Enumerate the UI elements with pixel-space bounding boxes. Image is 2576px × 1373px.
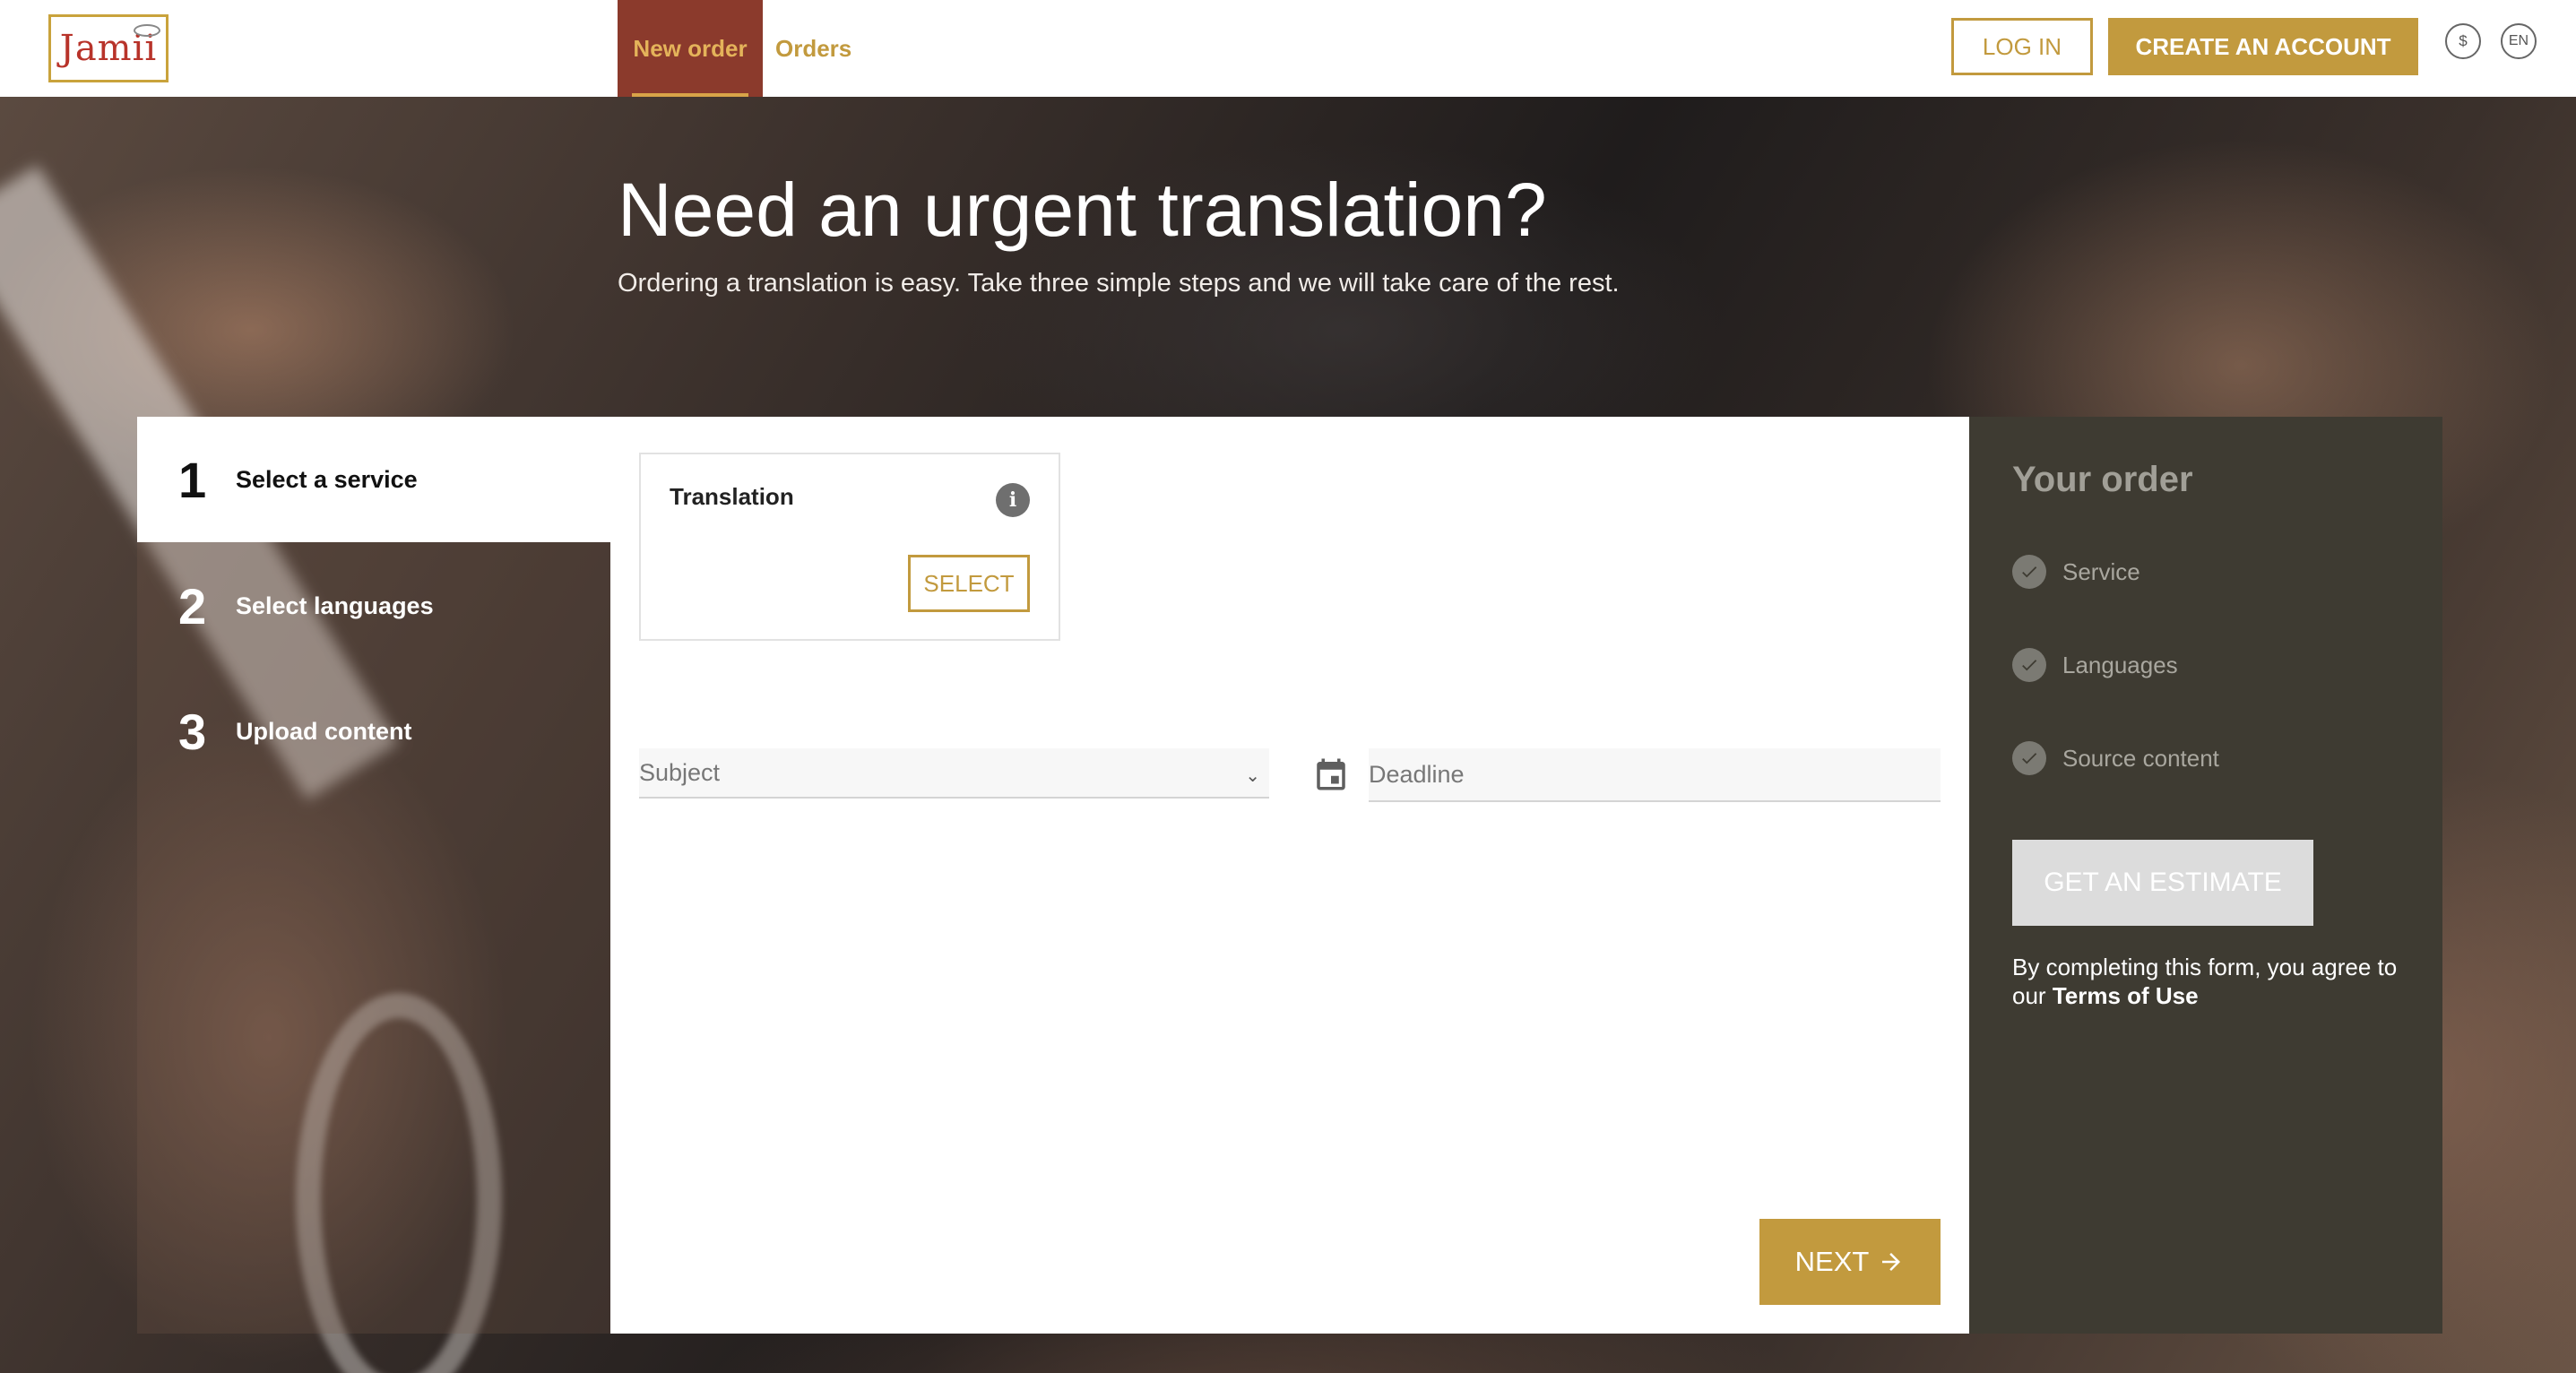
deadline-input[interactable]: Deadline [1369, 748, 1941, 802]
terms-notice: By completing this form, you agree to ou… [2012, 953, 2407, 1010]
hero-title: Need an urgent translation? [618, 168, 1547, 252]
order-title: Your order [2012, 460, 2193, 499]
nav-tab-new-order[interactable]: New order [618, 0, 763, 97]
arrow-right-icon [1882, 1253, 1901, 1271]
subject-placeholder: Subject [639, 758, 721, 786]
step-number: 2 [178, 577, 207, 635]
create-account-button[interactable]: CREATE AN ACCOUNT [2108, 18, 2418, 75]
calendar-icon[interactable] [1312, 756, 1350, 793]
step-upload-content[interactable]: 3 Upload content [137, 669, 610, 794]
step-select-service[interactable]: 1 Select a service [137, 417, 610, 542]
brand-logo[interactable]: Jamii [48, 14, 169, 82]
step-number: 3 [178, 703, 207, 760]
check-circle-icon [2012, 648, 2046, 682]
active-tab-indicator [632, 93, 748, 97]
order-item-service: Service [2012, 555, 2140, 589]
nav-tab-orders[interactable]: Orders [775, 0, 851, 97]
login-button[interactable]: LOG IN [1951, 18, 2093, 75]
order-item-source-content: Source content [2012, 741, 2219, 775]
nav-tab-label: New order [633, 34, 748, 62]
subject-select[interactable]: Subject ⌄ [639, 748, 1269, 799]
order-item-label: Source content [2062, 744, 2219, 772]
hero-subtitle: Ordering a translation is easy. Take thr… [618, 269, 1620, 298]
check-circle-icon [2012, 741, 2046, 775]
currency-symbol: $ [2459, 32, 2468, 49]
order-item-label: Languages [2062, 651, 2178, 678]
order-item-label: Service [2062, 557, 2140, 585]
service-card-translation: Translation i SELECT [639, 453, 1060, 641]
currency-icon[interactable]: $ [2445, 23, 2481, 59]
chevron-down-icon: ⌄ [1245, 766, 1260, 786]
speech-bubble-icon [134, 24, 160, 37]
select-service-button[interactable]: SELECT [908, 555, 1030, 612]
step-label: Select languages [236, 592, 434, 619]
step-label: Upload content [236, 717, 412, 745]
order-summary: Your order Service Languages Source cont… [1969, 417, 2442, 1334]
step-select-languages[interactable]: 2 Select languages [137, 543, 610, 669]
step-number: 1 [178, 451, 207, 508]
order-form: Translation i SELECT Subject ⌄ Deadline … [610, 417, 1969, 1334]
top-header: Jamii New order Orders LOG IN CREATE AN … [0, 0, 2576, 97]
get-estimate-button[interactable]: GET AN ESTIMATE [2012, 840, 2313, 926]
order-item-languages: Languages [2012, 648, 2178, 682]
next-button[interactable]: NEXT [1759, 1219, 1941, 1305]
language-icon[interactable]: EN [2501, 23, 2537, 59]
nav-tab-label: Orders [775, 34, 852, 62]
service-title: Translation [670, 483, 794, 510]
deadline-placeholder: Deadline [1369, 760, 1465, 788]
info-icon[interactable]: i [996, 483, 1030, 517]
language-code: EN [2508, 33, 2529, 48]
order-steps: 1 Select a service 2 Select languages 3 … [137, 417, 610, 1334]
next-label: NEXT [1794, 1246, 1870, 1277]
check-circle-icon [2012, 555, 2046, 589]
step-label: Select a service [236, 465, 418, 493]
terms-of-use-link[interactable]: Terms of Use [2053, 982, 2199, 1009]
